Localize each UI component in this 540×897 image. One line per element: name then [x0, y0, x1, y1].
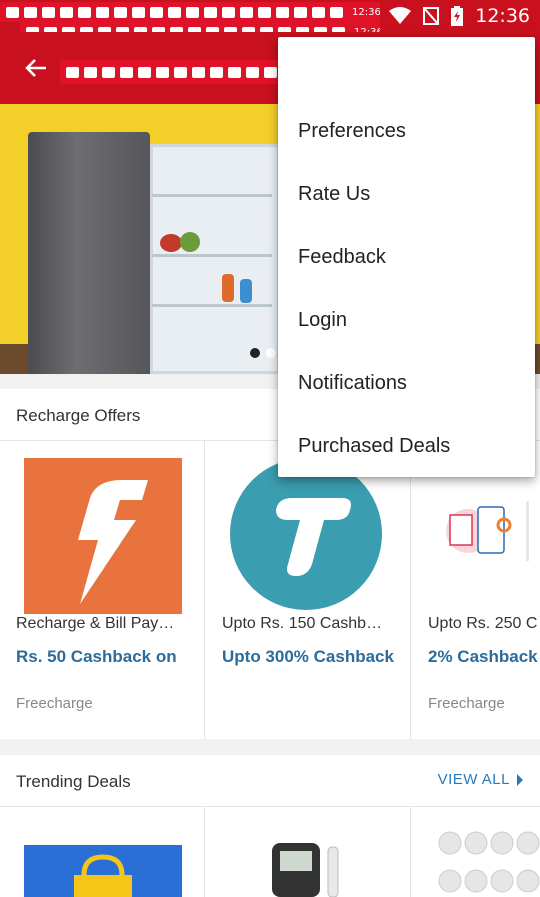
- bill-pay-illustration: [438, 501, 529, 561]
- overflow-menu: Preferences Rate Us Feedback Login Notif…: [278, 37, 535, 477]
- offer-cashback: 2% Cashback: [428, 647, 538, 666]
- bottle: [222, 274, 234, 302]
- menu-item-notifications[interactable]: Notifications: [278, 352, 535, 415]
- offer-card[interactable]: Upto Rs. 250 C 2% Cashback Freecharge: [412, 441, 540, 739]
- vegetable: [180, 232, 200, 252]
- glucometer-image: [268, 837, 348, 897]
- arrow-left-icon: [25, 59, 46, 77]
- offer-cashback: Rs. 50 Cashback on: [16, 647, 177, 666]
- trending-deals-section: Trending Deals VIEW ALL: [0, 755, 540, 897]
- status-glitch-strip: 12:36: [0, 2, 380, 22]
- glitch-time: 12:36: [352, 6, 380, 18]
- offer-title: Upto Rs. 150 Cashb…: [222, 615, 383, 632]
- shelf: [152, 194, 272, 197]
- menu-item-purchased-deals[interactable]: Purchased Deals: [278, 415, 535, 478]
- offer-card[interactable]: Recharge & Bill Pay… Rs. 50 Cashback on …: [0, 441, 205, 739]
- refrigerator-interior: [150, 144, 280, 374]
- refrigerator-image: [28, 132, 150, 374]
- section-title: Recharge Offers: [16, 406, 141, 425]
- offer-title: Upto Rs. 250 C: [428, 615, 538, 632]
- carousel-pager: [250, 348, 276, 358]
- menu-item-preferences[interactable]: Preferences: [278, 100, 535, 163]
- freecharge-logo: [24, 458, 182, 614]
- status-icons: 12:36: [389, 0, 530, 32]
- shelf: [152, 304, 272, 307]
- offer-title: Recharge & Bill Pay…: [16, 615, 175, 632]
- vegetable: [160, 234, 182, 252]
- battery-icon: [451, 6, 464, 26]
- shelf: [152, 254, 272, 257]
- caret-right-icon: [517, 773, 523, 786]
- wifi-icon: [389, 7, 412, 24]
- screen: 12:36 12:36 12:36 12:36 12:36: [0, 0, 540, 897]
- led-bulbs-image: [436, 827, 540, 897]
- menu-item-login[interactable]: Login: [278, 289, 535, 352]
- menu-item-feedback[interactable]: Feedback: [278, 226, 535, 289]
- view-all-button[interactable]: VIEW ALL: [438, 771, 524, 788]
- deal-card[interactable]: [206, 807, 411, 897]
- offer-merchant: Freecharge: [428, 695, 505, 712]
- back-button[interactable]: [16, 50, 56, 86]
- shopping-bag-image: [24, 845, 182, 897]
- menu-item-rate-us[interactable]: Rate Us: [278, 163, 535, 226]
- no-sim-icon: [423, 7, 440, 25]
- tcash-logo: [230, 458, 382, 610]
- offer-merchant: Freecharge: [16, 695, 93, 712]
- view-all-label: VIEW ALL: [437, 771, 510, 788]
- deal-card[interactable]: [0, 807, 205, 897]
- offer-card[interactable]: Upto Rs. 150 Cashb… Upto 300% Cashback: [206, 441, 411, 739]
- pager-dot: [266, 348, 276, 358]
- section-title: Trending Deals: [16, 772, 131, 791]
- bottle: [240, 279, 252, 303]
- deal-card[interactable]: [412, 807, 540, 897]
- pager-dot: [250, 348, 260, 358]
- section-header: Trending Deals VIEW ALL: [0, 755, 540, 807]
- status-time: 12:36: [475, 5, 530, 27]
- offer-cashback: Upto 300% Cashback: [222, 647, 394, 666]
